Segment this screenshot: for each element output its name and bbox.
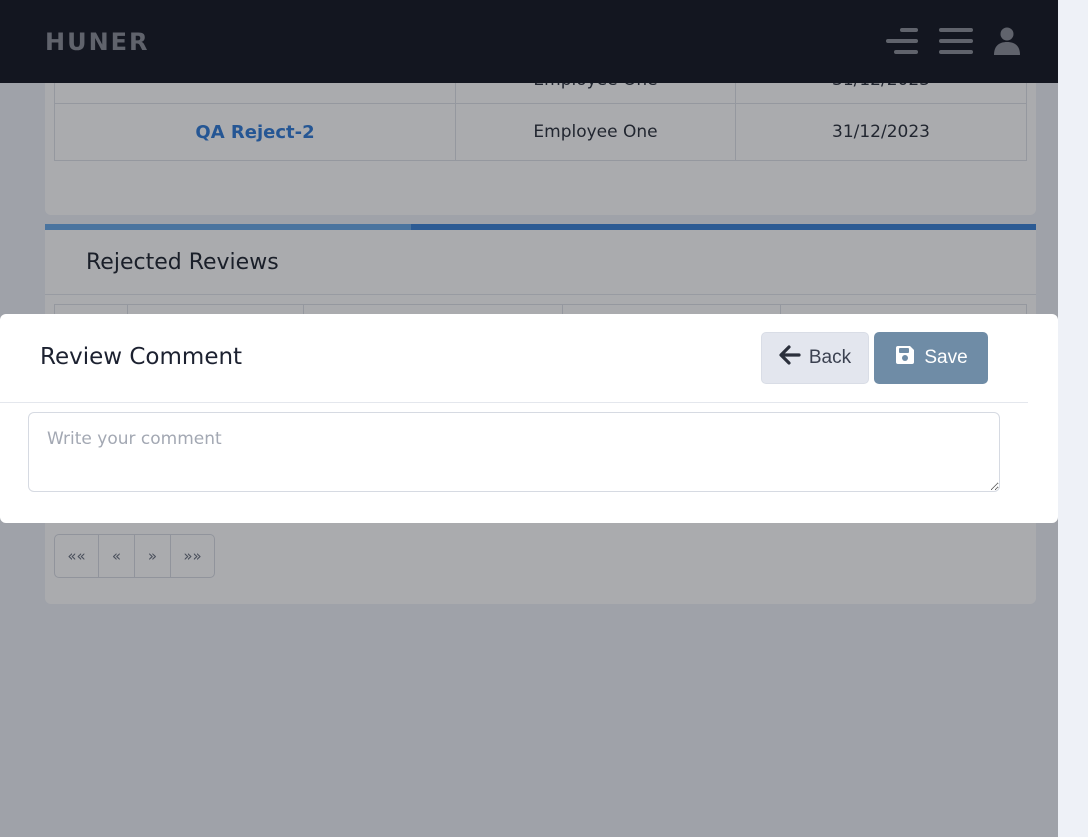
app-window: Employee One 31/12/2023 QA Reject-2 Empl…	[0, 0, 1058, 837]
back-button[interactable]: Back	[761, 332, 869, 384]
save-button-label: Save	[924, 347, 968, 368]
review-comment-modal: Review Comment Back Save	[0, 314, 1058, 523]
modal-divider	[0, 402, 1028, 403]
scrollbar-track[interactable]	[1058, 0, 1088, 837]
save-button[interactable]: Save	[874, 332, 988, 384]
comment-textarea[interactable]	[28, 412, 1000, 492]
back-button-label: Back	[808, 347, 852, 368]
modal-title: Review Comment	[40, 344, 243, 370]
save-icon	[894, 344, 916, 372]
arrow-left-icon	[779, 345, 801, 371]
